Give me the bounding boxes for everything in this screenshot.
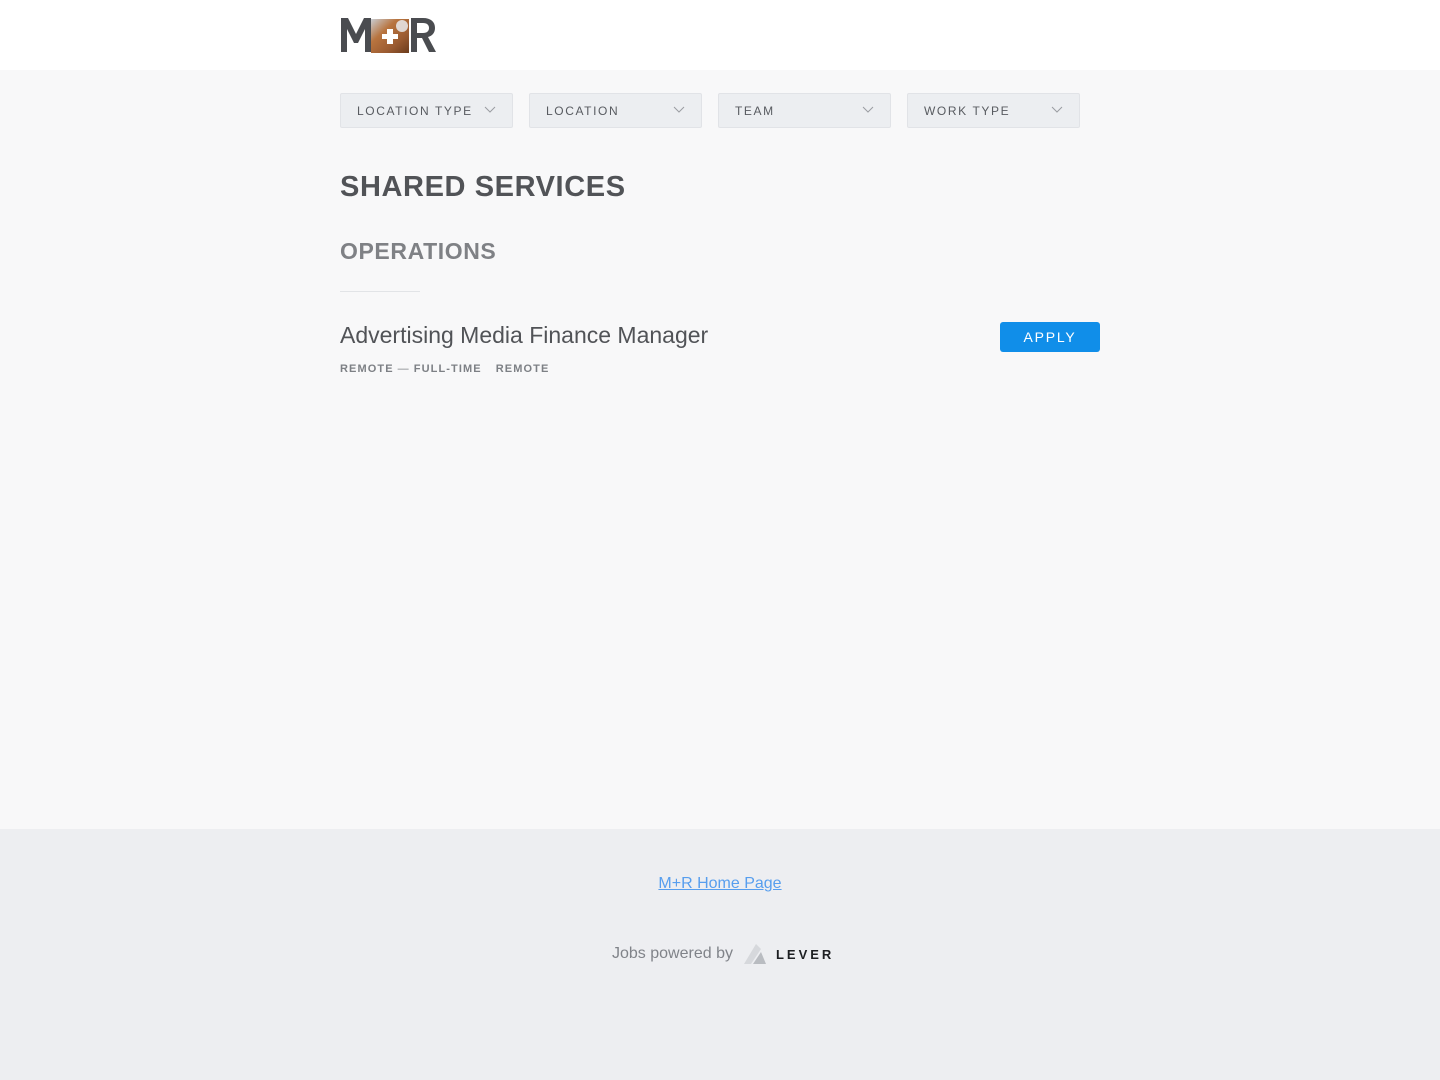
- divider: [340, 291, 420, 292]
- mr-logo[interactable]: [340, 17, 436, 53]
- chevron-down-icon: [673, 106, 685, 113]
- chevron-down-icon: [1051, 106, 1063, 113]
- posting-meta: REMOTE — FULL-TIME REMOTE: [340, 363, 549, 377]
- lever-wordmark: LEVER: [775, 946, 835, 962]
- powered-by-lever[interactable]: Jobs powered by LEVER: [612, 942, 834, 966]
- commitment-type: FULL-TIME: [413, 363, 482, 375]
- filter-bar: LOCATION TYPE LOCATION TEAM WORK TYPE: [340, 93, 1080, 128]
- powered-by-text: Jobs powered by: [612, 945, 733, 962]
- apply-button[interactable]: APPLY: [1000, 322, 1100, 352]
- site-header: [0, 0, 1440, 70]
- posting-title-link[interactable]: Advertising Media Finance Manager: [340, 322, 708, 349]
- filter-team[interactable]: TEAM: [718, 93, 891, 128]
- department-title: OPERATIONS: [340, 238, 497, 264]
- filter-label: LOCATION: [546, 104, 620, 118]
- lever-logo-icon: [743, 944, 766, 964]
- filter-work-type[interactable]: WORK TYPE: [907, 93, 1080, 128]
- home-page-link[interactable]: M+R Home Page: [0, 875, 1440, 893]
- workplace-type: REMOTE: [495, 363, 550, 375]
- chevron-down-icon: [484, 106, 496, 113]
- chevron-down-icon: [862, 106, 874, 113]
- site-footer: M+R Home Page Jobs powered by LEVER: [0, 829, 1440, 1080]
- filter-label: WORK TYPE: [924, 104, 1011, 118]
- team-title: SHARED SERVICES: [340, 171, 626, 203]
- commitment-location: REMOTE: [340, 363, 394, 375]
- filter-location-type[interactable]: LOCATION TYPE: [340, 93, 513, 128]
- filter-label: LOCATION TYPE: [357, 104, 473, 118]
- commitment-separator: —: [397, 363, 410, 375]
- filter-label: TEAM: [735, 104, 775, 118]
- filter-location[interactable]: LOCATION: [529, 93, 702, 128]
